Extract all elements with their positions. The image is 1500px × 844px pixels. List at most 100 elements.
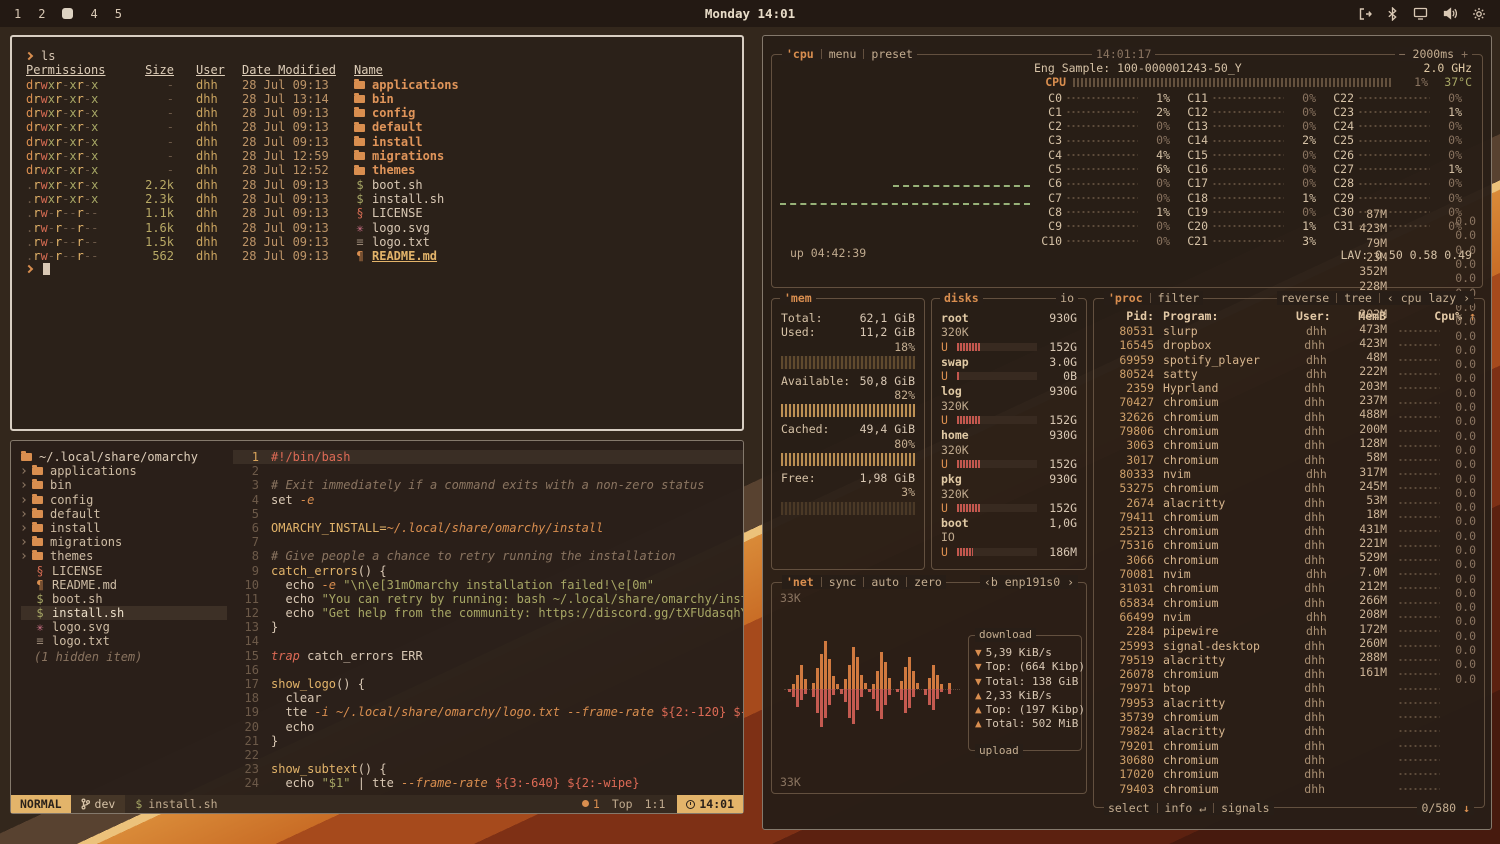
process-row[interactable]: 80333nvimdhh48M0.0	[1102, 467, 1476, 481]
disk-name-row: root930G	[941, 311, 1077, 325]
tree-item[interactable]: bin	[21, 478, 233, 492]
process-row[interactable]: 79411chromiumdhh237M0.0	[1102, 510, 1476, 524]
file-row: .rw-r--r--1.1kdhh28 Jul 09:13§LICENSE	[26, 206, 728, 220]
tab-filter[interactable]: filter	[1158, 291, 1200, 305]
core-meter: C110%	[1180, 91, 1316, 105]
interval-decrease-button[interactable]: −	[1399, 47, 1406, 61]
scroll-position: Top	[612, 797, 633, 811]
screenshare-icon[interactable]	[1413, 7, 1428, 20]
workspace-1[interactable]: 1	[14, 7, 21, 21]
tab-cpu-lazy[interactable]: ‹ cpu lazy ›	[1387, 291, 1470, 305]
column-header: Size	[130, 63, 174, 77]
tab-auto[interactable]: auto	[871, 575, 899, 589]
process-row[interactable]: 31031chromiumdhh317M0.0	[1102, 581, 1476, 595]
tab-sync[interactable]: sync	[829, 575, 857, 589]
process-row[interactable]: 66499nvimdhh53M0.0	[1102, 610, 1476, 624]
tree-item[interactable]: ¶README.md	[21, 578, 233, 592]
tab-tree[interactable]: tree	[1344, 291, 1372, 305]
terminal-window[interactable]: ls PermissionsSizeUserDate ModifiedName …	[10, 35, 744, 431]
settings-icon[interactable]	[1472, 7, 1486, 21]
memory-stats: Total:62,1 GiBUsed:11,2 GiB18%Available:…	[781, 311, 915, 515]
process-row[interactable]: 79806chromiumdhh202M0.0	[1102, 424, 1476, 438]
tab-net[interactable]: 'net	[786, 575, 814, 589]
tab-proc[interactable]: 'proc	[1108, 291, 1143, 305]
workspace-2[interactable]: 2	[38, 7, 45, 21]
tree-root[interactable]: ~/.local/share/omarchy	[21, 450, 233, 464]
system-monitor-window[interactable]: 'cpumenupreset 14:01:17 − 2000ms + up 04…	[762, 35, 1492, 830]
process-row[interactable]: 80531slurpdhh87M0.0	[1102, 324, 1476, 338]
process-row[interactable]: 75316chromiumdhh200M0.0	[1102, 538, 1476, 552]
scroll-down-icon[interactable]: ↓	[1463, 801, 1470, 815]
process-row[interactable]: 79403chromiumdhh161M0.0	[1102, 782, 1476, 796]
code-editor[interactable]: 1#!/bin/bash23# Exit immediately if a co…	[233, 441, 743, 795]
disks-title[interactable]: disks	[944, 291, 979, 305]
up-arrow-icon: ▲	[975, 703, 982, 717]
code-line: 13}	[233, 620, 743, 634]
tree-item[interactable]: ≡logo.txt	[21, 634, 233, 648]
tab-reverse[interactable]: reverse	[1281, 291, 1329, 305]
tree-item[interactable]: ✳logo.svg	[21, 620, 233, 634]
tree-item[interactable]: config	[21, 493, 233, 507]
tree-item[interactable]: migrations	[21, 535, 233, 549]
process-row[interactable]: 79971btopdhh7.0M0.0	[1102, 681, 1476, 695]
process-row[interactable]: 26078chromiumdhh529M0.0	[1102, 667, 1476, 681]
workspace-active[interactable]	[62, 8, 73, 19]
file-row: drwxr-xr-x-dhh28 Jul 09:13default	[26, 120, 728, 134]
process-row[interactable]: 32626chromiumdhh440M0.0	[1102, 410, 1476, 424]
interval-increase-button[interactable]: +	[1461, 47, 1468, 61]
proc-action-signals[interactable]: signals	[1221, 801, 1269, 815]
proc-action-select[interactable]: select	[1108, 801, 1150, 815]
process-row[interactable]: 35739chromiumdhh266M0.0	[1102, 710, 1476, 724]
tree-item[interactable]: themes	[21, 549, 233, 563]
io-tab[interactable]: io	[1060, 291, 1074, 305]
process-row[interactable]: 80524sattydhh23M0.0	[1102, 367, 1476, 381]
workspace-4[interactable]: 4	[90, 7, 97, 21]
process-row[interactable]: 70427chromiumdhh228M0.0	[1102, 395, 1476, 409]
process-row[interactable]: 69959spotify_playerdhh79M0.0	[1102, 353, 1476, 367]
mem-title[interactable]: 'mem	[784, 291, 812, 305]
process-row[interactable]: 79824alacrittydhh208M0.0	[1102, 724, 1476, 738]
process-row[interactable]: 25213chromiumdhh488M0.0	[1102, 524, 1476, 538]
process-row[interactable]: 3066chromiumdhh128M0.0	[1102, 553, 1476, 567]
terminal-prompt[interactable]	[26, 263, 728, 275]
tree-item[interactable]: applications	[21, 464, 233, 478]
tree-item[interactable]: §LICENSE	[21, 564, 233, 578]
bluetooth-icon[interactable]	[1387, 7, 1398, 21]
process-row[interactable]: 79201chromiumdhh172M0.0	[1102, 739, 1476, 753]
clock-icon	[686, 800, 695, 809]
process-row[interactable]: 16545dropboxdhh423M0.0	[1102, 338, 1476, 352]
volume-icon[interactable]	[1443, 7, 1457, 20]
tree-item[interactable]: default	[21, 507, 233, 521]
process-row[interactable]: 25993signal-desktopdhh431M0.0	[1102, 639, 1476, 653]
tab-preset[interactable]: preset	[871, 47, 913, 61]
process-row[interactable]: 79519alacrittydhh221M0.0	[1102, 653, 1476, 667]
process-row[interactable]: 65834chromiumdhh245M0.0	[1102, 596, 1476, 610]
process-row[interactable]: 70081nvimdhh58M0.0	[1102, 567, 1476, 581]
process-row[interactable]: 2359Hyprlanddhh352M0.0	[1102, 381, 1476, 395]
license-icon: §	[354, 206, 366, 220]
process-row[interactable]: 2284pipewiredhh18M0.0	[1102, 624, 1476, 638]
code-line: 17show_logo() {	[233, 677, 743, 691]
process-row[interactable]: 53275chromiumdhh222M0.0	[1102, 481, 1476, 495]
net-interface-selector[interactable]: ‹b enp191s0 ›	[984, 575, 1074, 589]
tab-menu[interactable]: menu	[829, 47, 857, 61]
up-arrow-icon: ▲	[975, 689, 982, 703]
proc-action-info[interactable]: info ↵	[1165, 801, 1207, 815]
tab-cpu[interactable]: 'cpu	[786, 47, 814, 61]
file-user: dhh	[196, 106, 236, 120]
disk-name-row: swap3.0G	[941, 355, 1077, 369]
process-row[interactable]: 79953alacrittydhh212M0.0	[1102, 696, 1476, 710]
file-user: dhh	[196, 163, 236, 177]
workspace-5[interactable]: 5	[115, 7, 122, 21]
logout-icon[interactable]	[1358, 7, 1372, 21]
process-row[interactable]: 3017chromiumdhh423M0.0	[1102, 453, 1476, 467]
process-row[interactable]: 3063chromiumdhh473M0.0	[1102, 438, 1476, 452]
tree-item[interactable]: $boot.sh	[21, 592, 233, 606]
process-row[interactable]: 2674alacrittydhh203M0.0	[1102, 496, 1476, 510]
tree-item[interactable]: install	[21, 521, 233, 535]
process-row[interactable]: 17020chromiumdhh288M0.0	[1102, 767, 1476, 781]
tree-item[interactable]: $install.sh	[21, 606, 227, 620]
editor-window[interactable]: ~/.local/share/omarchyapplicationsbincon…	[10, 440, 744, 814]
process-row[interactable]: 30680chromiumdhh260M0.0	[1102, 753, 1476, 767]
tab-zero[interactable]: zero	[914, 575, 942, 589]
